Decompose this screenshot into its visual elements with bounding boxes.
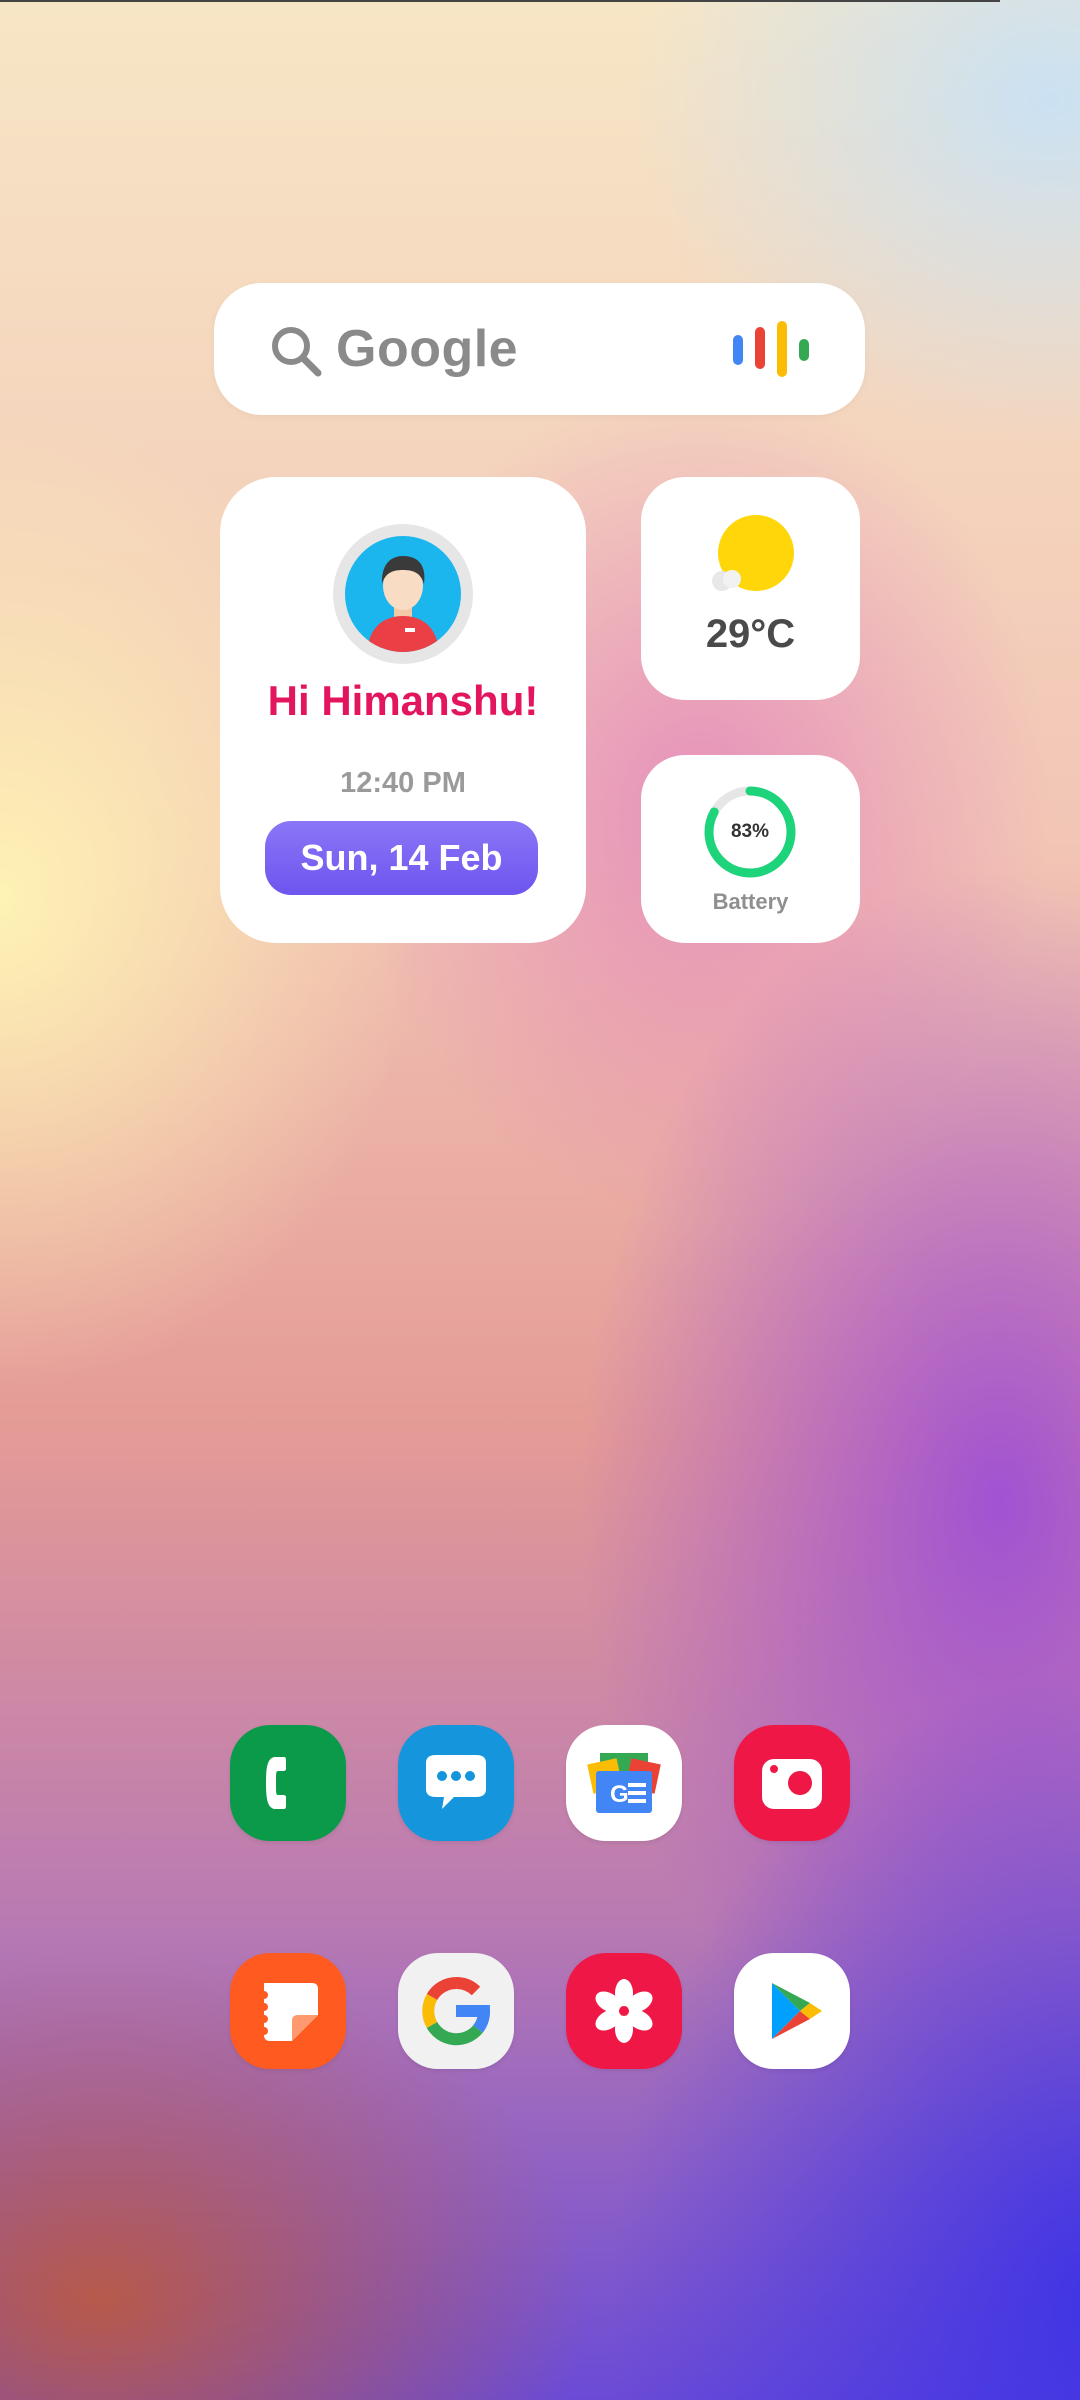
user-avatar-icon (345, 536, 461, 652)
google-news-icon: G (566, 1725, 682, 1841)
google-search-bar[interactable]: Google (214, 283, 865, 415)
notes-icon (230, 1953, 346, 2069)
weather-widget[interactable]: 29°C (641, 477, 860, 700)
greeting-text: Hi Himanshu! (267, 677, 539, 724)
svg-text:G: G (610, 1781, 629, 1808)
gallery-app[interactable] (566, 1953, 682, 2069)
phone-app[interactable] (230, 1725, 346, 1841)
news-app[interactable]: G (566, 1725, 682, 1841)
battery-label: Battery (712, 889, 789, 914)
temperature: 29°C (705, 612, 796, 656)
google-mic-icon[interactable] (731, 321, 815, 377)
play-store-icon (734, 1953, 850, 2069)
messages-app[interactable] (398, 1725, 514, 1841)
phone-icon (230, 1725, 346, 1841)
clock-time: 12:40 PM (340, 767, 466, 799)
date-badge[interactable]: Sun, 14 Feb (265, 821, 538, 895)
google-g-icon (398, 1953, 514, 2069)
status-divider (0, 0, 1000, 2)
profile-widget[interactable]: Hi Himanshu! 12:40 PM Sun, 14 Feb (220, 477, 586, 943)
search-label: Google (336, 320, 519, 378)
search-icon (272, 327, 322, 377)
google-app[interactable] (398, 1953, 514, 2069)
avatar[interactable] (333, 524, 473, 664)
battery-widget[interactable]: 83% Battery (641, 755, 860, 943)
play-store-app[interactable] (734, 1953, 850, 2069)
camera-icon (734, 1725, 850, 1841)
gallery-flower-icon (566, 1953, 682, 2069)
battery-percent: 83% (730, 821, 770, 842)
notes-app[interactable] (230, 1953, 346, 2069)
messages-icon (398, 1725, 514, 1841)
camera-app[interactable] (734, 1725, 850, 1841)
sun-cloud-icon (712, 515, 794, 591)
